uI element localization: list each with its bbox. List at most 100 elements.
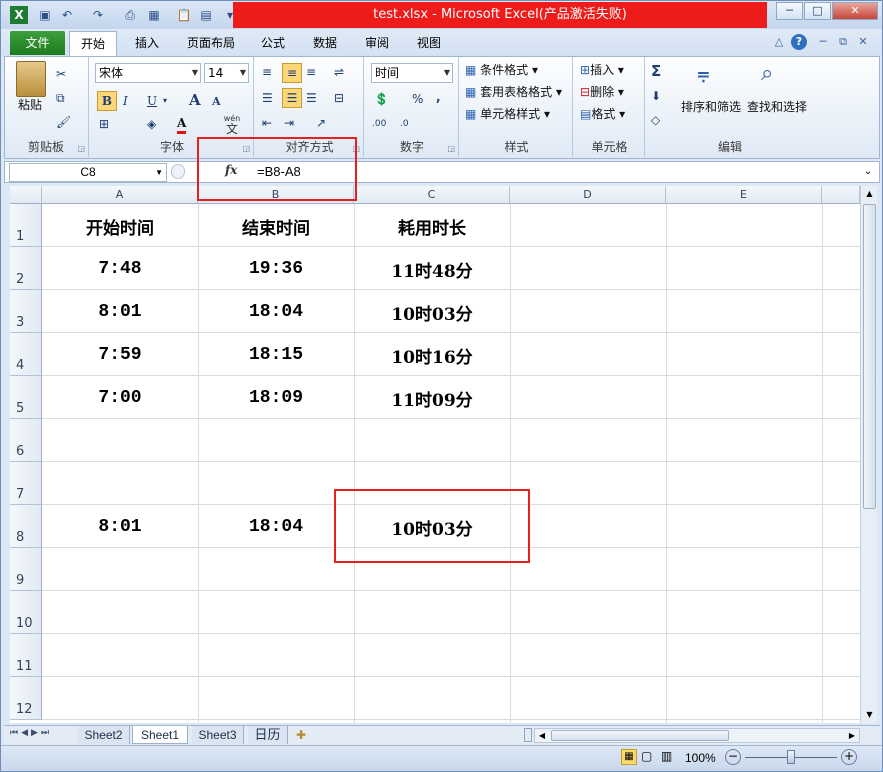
italic-button[interactable]: I (123, 92, 128, 110)
cell-a5[interactable]: 7:00 (42, 377, 198, 419)
row-header-8[interactable]: 8 (10, 505, 42, 548)
cell-c5[interactable]: 11时09分 (354, 377, 510, 419)
cell-styles-button[interactable]: ▦ 单元格样式 ▾ (465, 104, 550, 124)
cut-icon[interactable]: ✂ (56, 65, 66, 83)
minimize-button[interactable]: ─ (776, 2, 803, 20)
cell-a2[interactable]: 7:48 (42, 248, 198, 290)
redo-icon[interactable]: ↷ (89, 6, 107, 24)
align-top-icon[interactable]: ≡ (262, 63, 272, 81)
cell-c1[interactable]: 耗用时长 (354, 205, 510, 247)
cell-b2[interactable]: 19:36 (198, 248, 354, 290)
fill-icon[interactable]: ⬇ (651, 87, 661, 105)
tab-home[interactable]: 开始 (69, 31, 117, 56)
tab-insert[interactable]: 插入 (127, 31, 167, 56)
conditional-format-button[interactable]: ▦ 条件格式 ▾ (465, 60, 538, 80)
tab-formulas[interactable]: 公式 (253, 31, 293, 56)
vertical-scrollbar[interactable]: ▲ ▼ (860, 186, 877, 723)
scroll-down-icon[interactable]: ▼ (862, 707, 877, 723)
format-as-table-button[interactable]: ▦ 套用表格格式 ▾ (465, 82, 562, 102)
decrease-decimal-button[interactable]: .0 (400, 115, 409, 133)
tab-view[interactable]: 视图 (409, 31, 449, 56)
border-icon[interactable]: ⊞ (99, 115, 109, 133)
row-header-3[interactable]: 3 (10, 290, 42, 333)
cell-c2[interactable]: 11时48分 (354, 248, 510, 290)
split-handle[interactable] (524, 728, 532, 742)
undo-icon[interactable]: ↶ (58, 6, 76, 24)
tab-data[interactable]: 数据 (305, 31, 345, 56)
row-header-11[interactable]: 11 (10, 634, 42, 677)
cell-a4[interactable]: 7:59 (42, 334, 198, 376)
sheet-tab-sheet3[interactable]: Sheet3 (192, 726, 244, 744)
horizontal-scroll-thumb[interactable] (551, 730, 729, 741)
comma-button[interactable]: , (436, 88, 441, 106)
row-header-6[interactable]: 6 (10, 419, 42, 462)
align-right-icon[interactable]: ☰ (306, 89, 317, 107)
close-button[interactable]: ✕ (832, 2, 878, 20)
row-header-9[interactable]: 9 (10, 548, 42, 591)
grow-font-button[interactable]: A (189, 91, 201, 109)
fill-color-icon[interactable]: ◈ (147, 115, 156, 133)
zoom-out-icon[interactable]: − (725, 749, 741, 765)
doc-close-icon[interactable]: ✕ (855, 34, 871, 50)
zoom-in-icon[interactable]: + (841, 749, 857, 765)
font-name-select[interactable]: 宋体 ▼ (95, 63, 201, 83)
find-select-icon[interactable]: ⌕ (761, 61, 773, 86)
autosum-button[interactable]: Σ (651, 62, 661, 80)
sheet-tab-sheet1[interactable]: Sheet1 (132, 726, 188, 744)
row-header-1[interactable]: 1 (10, 204, 42, 247)
number-launcher-icon[interactable]: ◲ (447, 144, 455, 153)
sort-filter-icon[interactable]: ⩦ (697, 61, 710, 86)
name-box[interactable]: C8 ▼ (9, 163, 167, 182)
sheet-tab-calendar[interactable]: 日历 (248, 726, 288, 744)
cell-a3[interactable]: 8:01 (42, 291, 198, 333)
row-header-10[interactable]: 10 (10, 591, 42, 634)
clipboard-launcher-icon[interactable]: ◲ (77, 144, 85, 153)
column-header-c[interactable]: C (354, 186, 510, 204)
cell-b4[interactable]: 18:15 (198, 334, 354, 376)
sheet-nav-icon[interactable]: ⏮◀▶⏭ (10, 728, 52, 738)
select-all-corner[interactable] (10, 186, 42, 204)
scroll-left-icon[interactable]: ◀ (535, 729, 549, 742)
accounting-icon[interactable]: 💲 (374, 90, 389, 108)
tab-page-layout[interactable]: 页面布局 (179, 31, 243, 56)
scroll-right-icon[interactable]: ▶ (845, 729, 859, 742)
sheet-tab-sheet2[interactable]: Sheet2 (78, 726, 130, 744)
row-header-7[interactable]: 7 (10, 462, 42, 505)
maximize-button[interactable]: □ (804, 2, 831, 20)
align-left-icon[interactable]: ☰ (262, 89, 273, 107)
cell-b1[interactable]: 结束时间 (198, 205, 354, 247)
scroll-up-icon[interactable]: ▲ (862, 186, 877, 202)
formula-bar-handle[interactable] (171, 164, 185, 179)
insert-sheet-icon[interactable]: ✚ (296, 728, 306, 742)
row-header-12[interactable]: 12 (10, 677, 42, 720)
merge-center-icon[interactable]: ⊟ (334, 89, 344, 107)
percent-button[interactable]: % (412, 90, 423, 108)
zoom-level[interactable]: 100% (685, 751, 716, 765)
paste-button[interactable]: 粘贴 (18, 95, 42, 115)
row-header-4[interactable]: 4 (10, 333, 42, 376)
insert-cells-button[interactable]: ⊞插入 ▾ (580, 60, 624, 80)
format-cells-button[interactable]: ▤格式 ▾ (580, 104, 625, 124)
help-icon[interactable]: ? (791, 34, 807, 50)
row-header-2[interactable]: 2 (10, 247, 42, 290)
horizontal-scrollbar[interactable]: ◀ ▶ (534, 728, 860, 743)
normal-view-icon[interactable]: ▦ (621, 749, 637, 765)
decrease-indent-icon[interactable]: ⇤ (262, 114, 272, 132)
orientation-icon[interactable]: ↗ (316, 114, 326, 132)
print-preview-icon[interactable]: ⎙ (121, 6, 139, 24)
tab-file[interactable]: 文件 (10, 31, 65, 55)
sort-filter-button[interactable]: 排序和筛选 (681, 97, 741, 117)
format-painter-icon[interactable]: 🖌 (56, 113, 71, 131)
delete-cells-button[interactable]: ⊟删除 ▾ (580, 82, 624, 102)
cell-b5[interactable]: 18:09 (198, 377, 354, 419)
cell-b3[interactable]: 18:04 (198, 291, 354, 333)
cell-c3[interactable]: 10时03分 (354, 291, 510, 333)
row-header-5[interactable]: 5 (10, 376, 42, 419)
save-icon[interactable]: ▣ (36, 6, 54, 24)
doc-minimize-icon[interactable]: ─ (815, 34, 831, 50)
copy-icon[interactable]: ⧉ (56, 89, 65, 107)
increase-decimal-button[interactable]: .00 (372, 115, 386, 133)
paste-icon[interactable]: 📋 (175, 6, 193, 24)
table-icon[interactable]: ▦ (145, 6, 163, 24)
font-size-select[interactable]: 14 ▼ (204, 63, 249, 83)
